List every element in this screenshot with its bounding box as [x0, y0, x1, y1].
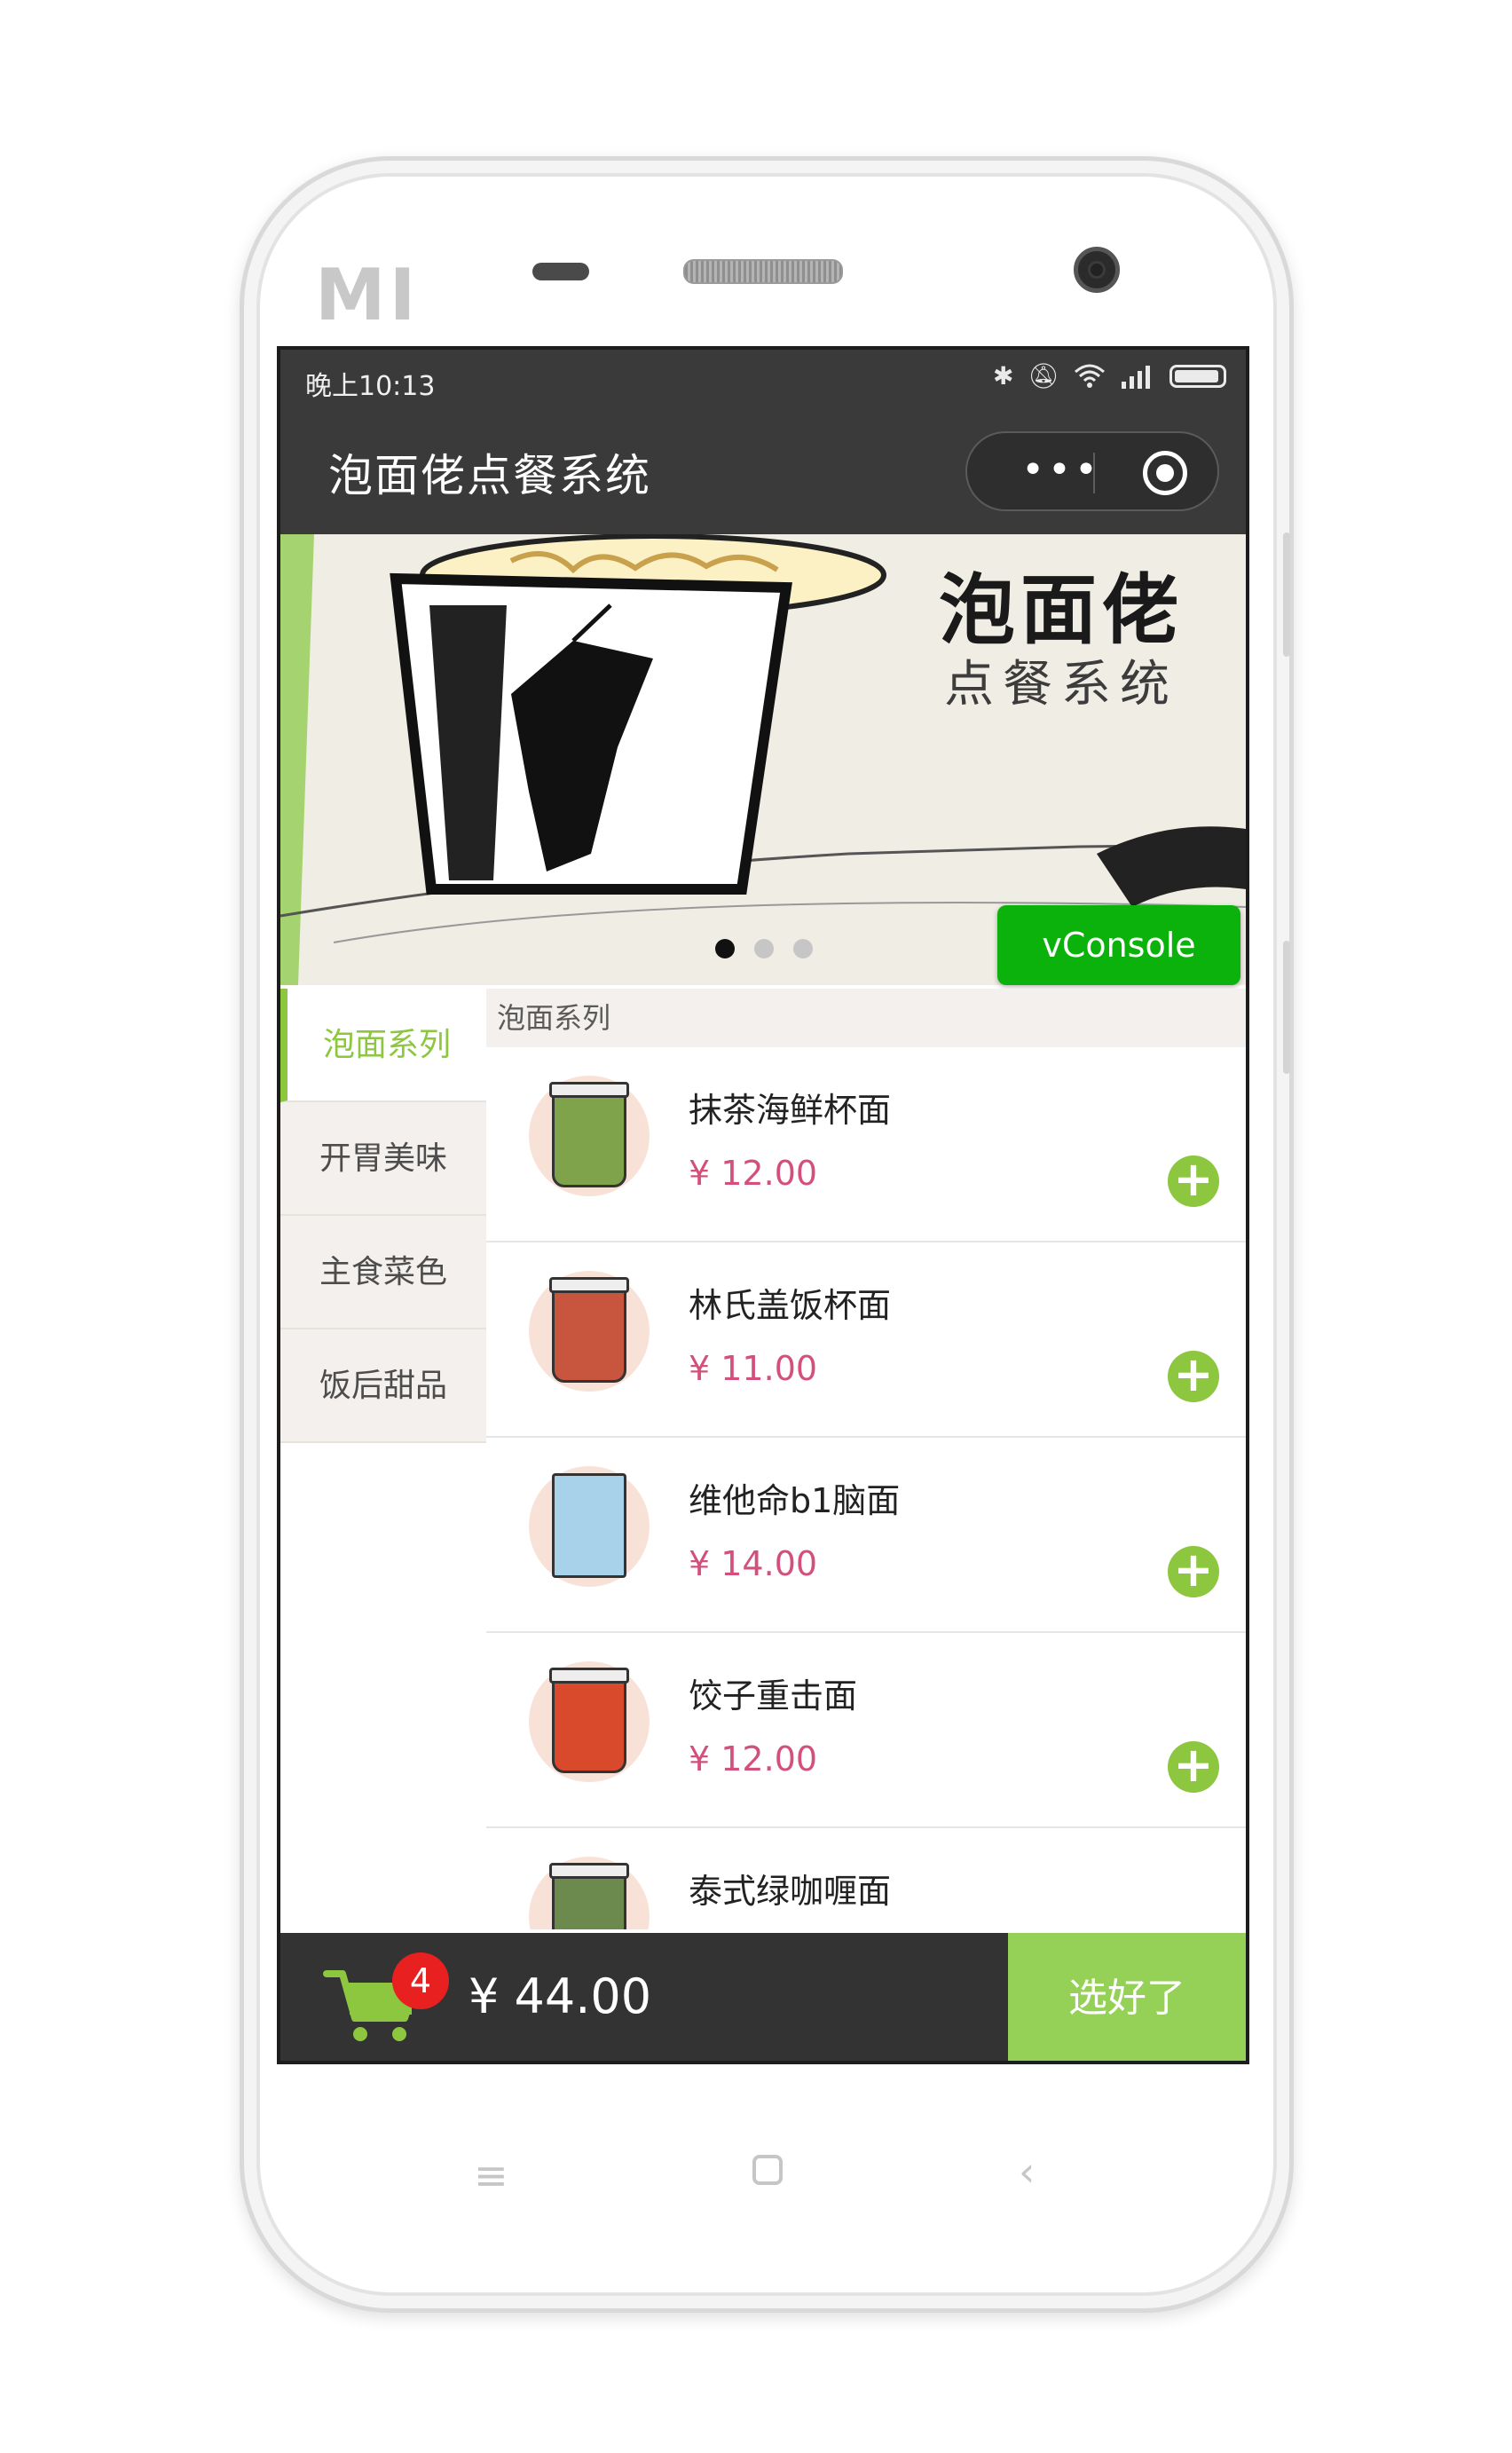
category-item-appetizers[interactable]: 开胃美味: [280, 1102, 486, 1216]
proximity-sensor: [532, 263, 589, 280]
phone-screen: 晚上10:13 ✱ 🔕︎ 泡面佬点餐系统 ••• 泡面佬 点餐系统 vConso…: [277, 346, 1249, 2064]
cart-total: ¥ 44.00: [469, 1968, 652, 2024]
cup-icon: [549, 1277, 629, 1383]
category-item-noodles[interactable]: 泡面系列: [280, 989, 486, 1102]
product-item[interactable]: 林氏盖饭杯面 ¥ 11.00 +: [486, 1242, 1246, 1438]
section-header: 泡面系列: [486, 989, 1246, 1047]
banner-title-main: 泡面佬: [939, 566, 1184, 655]
product-price: ¥ 14.00: [689, 1544, 818, 1583]
miniprogram-capsule: •••: [965, 431, 1219, 511]
product-name: 饺子重击面: [689, 1676, 858, 1716]
carousel-dot[interactable]: [793, 939, 813, 958]
checkout-button[interactable]: 选好了: [1008, 1933, 1246, 2061]
close-target-icon[interactable]: [1143, 451, 1187, 495]
product-name: 抹茶海鲜杯面: [689, 1091, 892, 1130]
cart-bar: 4 ¥ 44.00 选好了: [280, 1933, 1246, 2061]
package-icon: [552, 1473, 626, 1578]
product-image: [529, 1076, 650, 1196]
product-item[interactable]: 饺子重击面 ¥ 12.00 +: [486, 1633, 1246, 1828]
more-icon[interactable]: •••: [999, 451, 1123, 493]
banner-title-sub: 点餐系统: [944, 656, 1178, 714]
bluetooth-icon: ✱: [992, 361, 1014, 390]
cart-count-badge: 4: [392, 1952, 449, 2009]
front-camera: [1074, 247, 1120, 293]
product-item[interactable]: 泰式绿咖喱面: [486, 1828, 1246, 1929]
product-name: 维他命b1脑面: [689, 1481, 901, 1520]
page-title: 泡面佬点餐系统: [328, 450, 651, 501]
product-item[interactable]: 维他命b1脑面 ¥ 14.00 +: [486, 1438, 1246, 1633]
vconsole-button[interactable]: vConsole: [997, 905, 1240, 985]
product-image: [529, 1661, 650, 1782]
capsule-divider: [1093, 453, 1095, 493]
category-item-mains[interactable]: 主食菜色: [280, 1216, 486, 1329]
product-item[interactable]: 抹茶海鲜杯面 ¥ 12.00 +: [486, 1047, 1246, 1242]
status-time: 晚上10:13: [305, 371, 436, 402]
category-item-desserts[interactable]: 饭后甜品: [280, 1329, 486, 1443]
carousel-indicators: [715, 939, 813, 958]
wifi-icon: [1075, 364, 1105, 388]
carousel-dot[interactable]: [754, 939, 774, 958]
cup-icon: [549, 1863, 629, 1929]
earpiece-speaker: [683, 259, 843, 284]
back-key-icon[interactable]: ‹: [1019, 2151, 1035, 2192]
product-list[interactable]: 泡面系列 抹茶海鲜杯面 ¥ 12.00 + 林氏盖饭杯面 ¥ 11.00 + 维…: [486, 989, 1246, 1929]
product-price: ¥ 11.00: [689, 1349, 818, 1388]
product-name: 林氏盖饭杯面: [689, 1286, 892, 1325]
home-key-icon[interactable]: [752, 2155, 783, 2185]
signal-icon: [1122, 366, 1150, 389]
status-icons: ✱ 🔕︎: [993, 360, 1226, 392]
product-image: [529, 1466, 650, 1587]
power-button: [1283, 941, 1290, 1074]
mute-icon: 🔕︎: [1028, 361, 1059, 390]
battery-icon: [1169, 365, 1226, 388]
add-to-cart-button[interactable]: +: [1168, 1741, 1219, 1793]
product-price: ¥ 12.00: [689, 1739, 818, 1779]
cup-icon: [549, 1082, 629, 1187]
product-image: [529, 1271, 650, 1392]
add-to-cart-button[interactable]: +: [1168, 1351, 1219, 1402]
mi-logo: MI: [315, 254, 420, 336]
category-sidebar: 泡面系列 开胃美味 主食菜色 饭后甜品: [280, 989, 486, 2061]
status-bar: 晚上10:13 ✱ 🔕︎: [280, 350, 1246, 406]
product-price: ¥ 12.00: [689, 1154, 818, 1193]
add-to-cart-button[interactable]: +: [1168, 1156, 1219, 1207]
cup-icon: [549, 1668, 629, 1773]
product-image: [529, 1857, 650, 1929]
menu-key-icon[interactable]: ≡: [474, 2155, 508, 2196]
banner-title: 泡面佬 点餐系统: [939, 566, 1184, 715]
product-name: 泰式绿咖喱面: [689, 1872, 892, 1911]
carousel-dot[interactable]: [715, 939, 735, 958]
nav-bar: 泡面佬点餐系统 •••: [280, 406, 1246, 534]
add-to-cart-button[interactable]: +: [1168, 1546, 1219, 1597]
volume-button: [1283, 532, 1290, 657]
